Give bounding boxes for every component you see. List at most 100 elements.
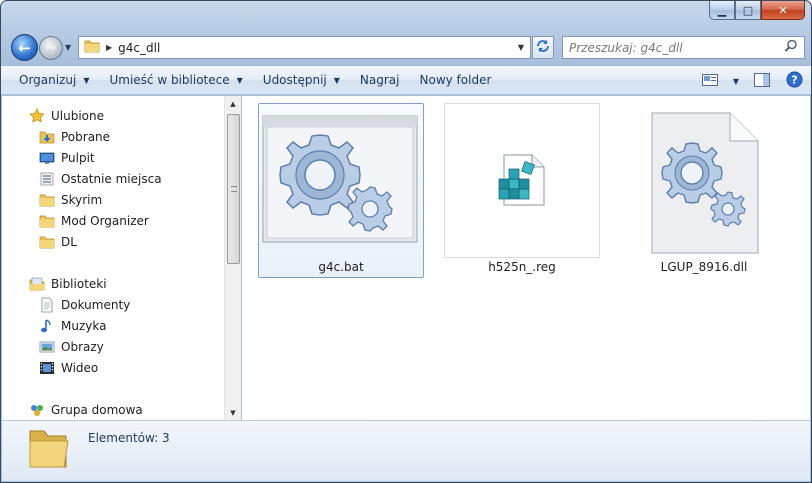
change-view-button[interactable] <box>699 71 721 91</box>
folder-icon <box>39 213 55 229</box>
share-with-button[interactable]: Udostępnij ▼ <box>253 68 350 92</box>
nav-item-documents[interactable]: Dokumenty <box>39 295 130 315</box>
help-icon: ? <box>786 71 803 91</box>
recent-places-icon <box>39 171 55 187</box>
burn-button[interactable]: Nagraj <box>350 68 410 92</box>
desktop-icon <box>39 150 55 166</box>
nav-item-label: Pulpit <box>61 151 95 165</box>
navigation-pane-scrollbar[interactable]: ▲ ▼ <box>224 96 241 421</box>
window-caption-buttons: ▁ □ ✕ <box>709 1 805 20</box>
maximize-icon: □ <box>742 3 754 17</box>
maximize-button[interactable]: □ <box>735 1 761 20</box>
nav-item-label: DL <box>61 235 77 249</box>
documents-icon <box>39 297 55 313</box>
breadcrumb-separator-icon[interactable]: ▶ <box>106 43 112 52</box>
minimize-icon: ▁ <box>717 3 727 17</box>
star-icon <box>29 108 45 124</box>
scrollbar-thumb[interactable] <box>227 114 240 264</box>
nav-item-label: Skyrim <box>61 193 103 207</box>
chevron-down-icon: ▼ <box>83 75 90 85</box>
share-label: Udostępnij <box>262 73 327 87</box>
forward-button[interactable]: → <box>39 36 63 60</box>
address-bar[interactable]: ▶ g4c_dll ▼ <box>78 36 531 59</box>
new-folder-button[interactable]: Nowy folder <box>410 68 502 92</box>
include-library-label: Umieść w bibliotece <box>109 73 230 87</box>
explorer-window: ▁ □ ✕ ← → ▼ ▶ g4c_dll ▼ Przeszukaj: g4c_… <box>0 0 812 483</box>
burn-label: Nagraj <box>359 73 400 87</box>
view-controls: ▼ ? <box>699 69 805 93</box>
file-item-lgup-8916-dll[interactable]: LGUP_8916.dll <box>630 103 796 278</box>
minimize-button[interactable]: ▁ <box>709 1 735 20</box>
nav-item-label: Dokumenty <box>61 298 131 312</box>
nav-item-videos[interactable]: Wideo <box>39 358 98 378</box>
file-list-area: g4c.bat h525n_.reg LGUP_8916.dll <box>242 96 810 421</box>
file-name-label: LGUP_8916.dll <box>660 260 748 274</box>
scroll-up-icon[interactable]: ▲ <box>225 96 241 112</box>
nav-item-label: Muzyka <box>61 319 107 333</box>
nav-item-skyrim[interactable]: Skyrim <box>39 190 102 210</box>
nav-item-label: Pobrane <box>61 130 111 144</box>
back-button[interactable]: ← <box>11 34 38 61</box>
new-folder-label: Nowy folder <box>419 73 492 87</box>
help-button[interactable]: ? <box>783 71 805 91</box>
arrow-right-icon: → <box>45 40 57 56</box>
view-icon <box>702 73 718 89</box>
close-button[interactable]: ✕ <box>761 1 805 20</box>
libraries-icon <box>29 276 45 292</box>
scroll-down-icon[interactable]: ▼ <box>225 405 241 421</box>
refresh-button[interactable] <box>532 36 554 59</box>
chevron-down-icon: ▼ <box>65 43 72 52</box>
nav-item-label: Wideo <box>61 361 99 375</box>
file-item-h525n-reg[interactable]: h525n_.reg <box>444 103 610 278</box>
navigation-bar: ← → ▼ ▶ g4c_dll ▼ <box>1 31 811 63</box>
nav-item-dl[interactable]: DL <box>39 232 77 252</box>
nav-item-music[interactable]: Muzyka <box>39 316 106 336</box>
nav-item-desktop[interactable]: Pulpit <box>39 148 95 168</box>
breadcrumb-current[interactable]: g4c_dll <box>118 41 160 55</box>
search-input[interactable] <box>569 40 779 55</box>
nav-item-label: Obrazy <box>61 340 104 354</box>
refresh-icon <box>536 39 550 57</box>
nav-libraries[interactable]: Biblioteki <box>29 274 107 294</box>
folder-icon <box>39 192 55 208</box>
folder-icon <box>84 39 100 56</box>
details-pane: Elementów: 3 <box>2 420 810 481</box>
music-note-icon <box>39 318 55 334</box>
nav-libraries-label: Biblioteki <box>51 277 107 291</box>
recent-pages-dropdown[interactable]: ▼ <box>65 43 71 52</box>
nav-homegroup-label: Grupa domowa <box>51 403 143 417</box>
view-options-dropdown[interactable]: ▼ <box>731 71 741 91</box>
command-bar: Organizuj ▼ Umieść w bibliotece ▼ Udostępn… <box>1 65 811 95</box>
organize-menu-button[interactable]: Organizuj ▼ <box>9 68 99 92</box>
chevron-down-icon: ▼ <box>333 75 340 85</box>
nav-homegroup[interactable]: Grupa domowa <box>29 400 143 420</box>
file-item-g4c-bat[interactable]: g4c.bat <box>258 103 424 278</box>
nav-item-downloads[interactable]: Pobrane <box>39 127 110 147</box>
search-box[interactable] <box>562 36 805 59</box>
chevron-down-icon: ▼ <box>236 75 243 85</box>
chevron-down-icon: ▼ <box>732 76 740 86</box>
item-count-text: Elementów: 3 <box>88 431 170 445</box>
nav-favorites[interactable]: Ulubione <box>29 106 104 126</box>
grip-icon <box>231 186 237 192</box>
nav-item-recent-places[interactable]: Ostatnie miejsca <box>39 169 162 189</box>
homegroup-icon <box>29 402 45 418</box>
navigation-pane: Ulubione Pobrane Pulpit Ostatnie miejsca… <box>2 96 240 421</box>
nav-item-label: Mod Organizer <box>61 214 149 228</box>
dll-file-gear-icon <box>651 112 759 254</box>
arrow-left-icon: ← <box>18 38 31 57</box>
include-in-library-button[interactable]: Umieść w bibliotece ▼ <box>99 68 252 92</box>
file-name-label: g4c.bat <box>318 260 364 274</box>
folder-icon <box>39 234 55 250</box>
nav-item-pictures[interactable]: Obrazy <box>39 337 104 357</box>
videos-icon <box>39 360 55 376</box>
batch-file-gear-icon <box>262 115 418 243</box>
address-history-dropdown-icon[interactable]: ▼ <box>518 43 524 52</box>
nav-item-label: Ostatnie miejsca <box>61 172 162 186</box>
search-icon[interactable] <box>784 39 798 56</box>
preview-pane-button[interactable] <box>751 71 773 91</box>
preview-pane-icon <box>754 72 770 90</box>
pictures-icon <box>39 339 55 355</box>
file-name-label: h525n_.reg <box>488 260 556 274</box>
nav-item-mod-organizer[interactable]: Mod Organizer <box>39 211 149 231</box>
